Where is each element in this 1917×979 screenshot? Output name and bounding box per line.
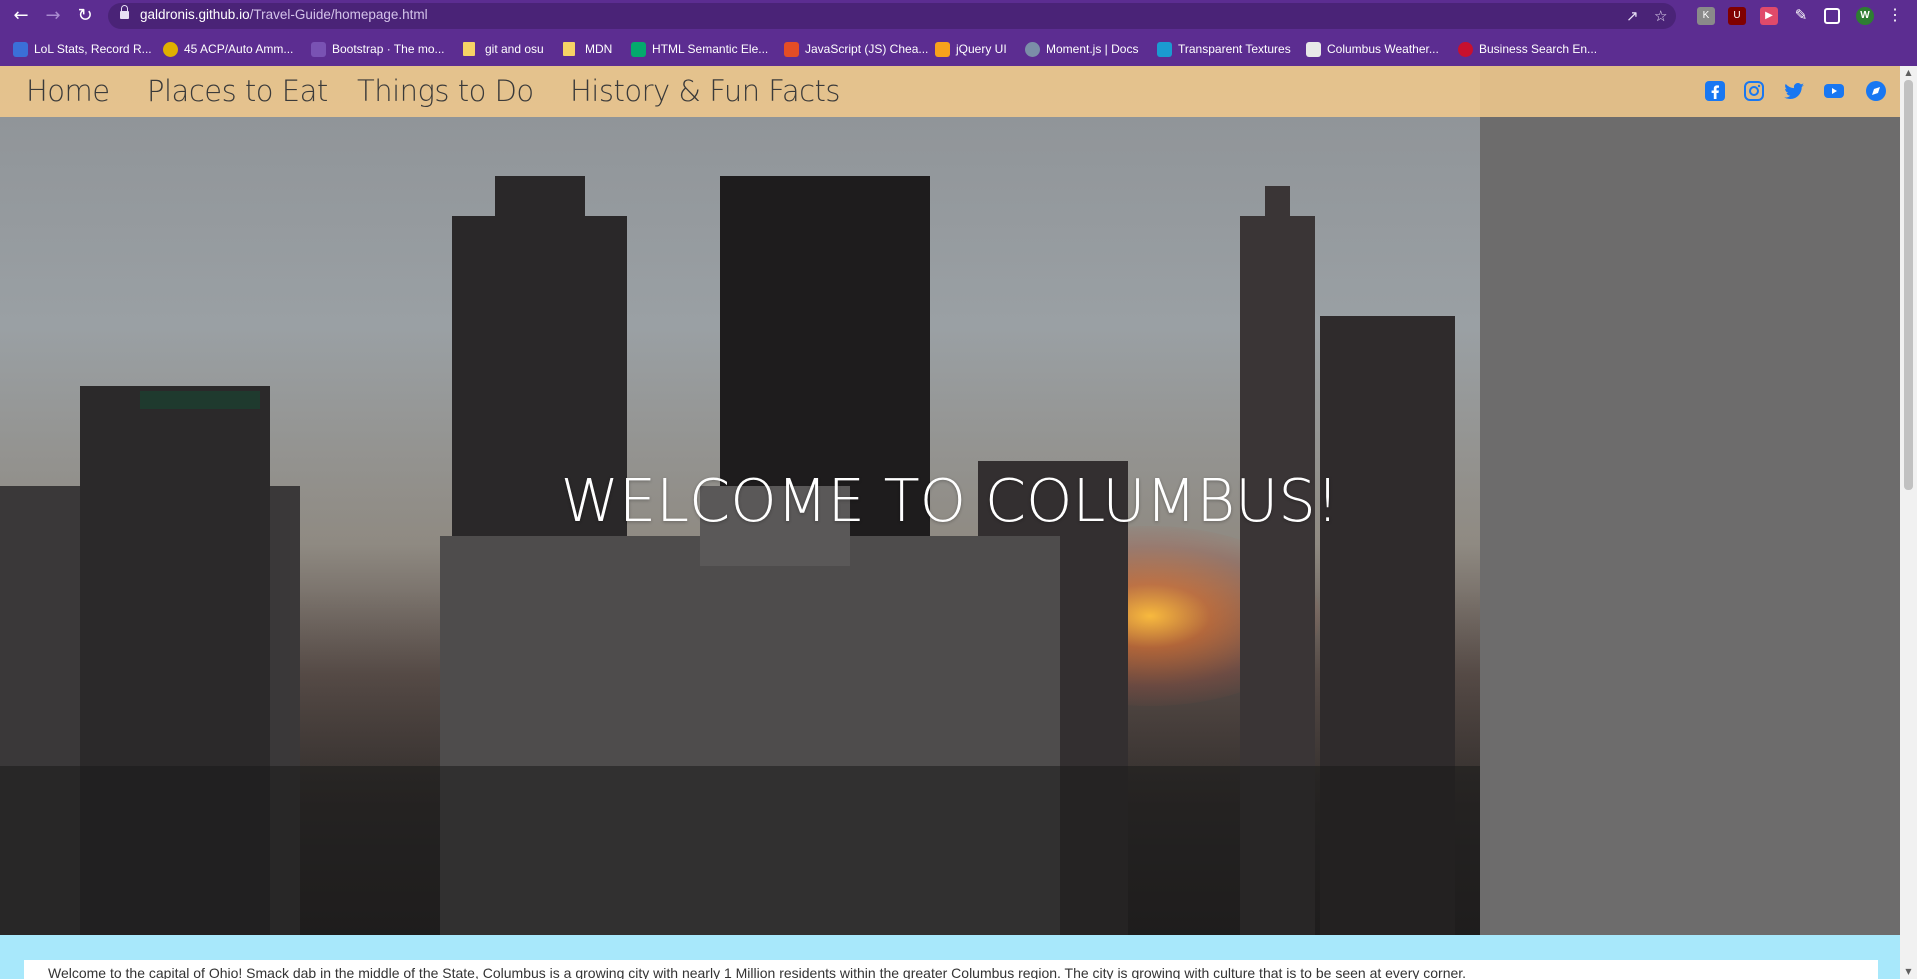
lol-stats-icon <box>13 41 28 57</box>
bookmark-html-semantic[interactable]: HTML Semantic Ele... <box>631 40 768 58</box>
bookmark-lol-stats[interactable]: LoL Stats, Record R... <box>13 40 152 58</box>
bookmark-bootstrap[interactable]: Bootstrap · The mo... <box>311 40 445 58</box>
reload-icon[interactable]: ↻ <box>72 4 98 28</box>
side-panel-icon[interactable] <box>1824 8 1840 24</box>
url-path: /Travel-Guide/homepage.html <box>249 7 428 22</box>
bookmark-moment[interactable]: Moment.js | Docs <box>1025 40 1138 58</box>
nav-places-to-eat-link[interactable]: Places to Eat <box>147 74 328 108</box>
bookmark-transparent-textures[interactable]: Transparent Textures <box>1157 40 1291 58</box>
bookmark-label: git and osu <box>485 42 544 56</box>
profile-avatar[interactable]: W <box>1856 7 1874 25</box>
bookmark-jquery-ui[interactable]: jQuery UI <box>935 40 1007 58</box>
scrollbar-thumb[interactable] <box>1904 80 1913 490</box>
bookmark-label: JavaScript (JS) Chea... <box>805 42 929 56</box>
url-domain: galdronis.github.io <box>140 7 250 22</box>
lock-icon[interactable] <box>120 5 129 21</box>
url-text[interactable]: galdronis.github.io/Travel-Guide/homepag… <box>140 7 428 22</box>
page-scrollbar[interactable]: ▲ ▼ <box>1900 66 1917 979</box>
site-navbar: Home Places to Eat Things to Do History … <box>0 66 1900 117</box>
browser-menu-icon[interactable]: ⋮ <box>1886 7 1904 25</box>
browser-toolbar: ← → ↻ galdronis.github.io/Travel-Guide/h… <box>0 0 1917 32</box>
bookmark-label: MDN <box>585 42 613 56</box>
bookmark-columbus-weather[interactable]: Columbus Weather... <box>1306 40 1439 58</box>
bookmark-star-icon[interactable]: ☆ <box>1654 7 1667 25</box>
bookmark-label: LoL Stats, Record R... <box>34 42 152 56</box>
bookmarks-bar: LoL Stats, Record R... 45 ACP/Auto Amm..… <box>0 32 1917 66</box>
bookmark-label: Transparent Textures <box>1178 42 1291 56</box>
jquery-icon <box>935 41 950 57</box>
nav-things-to-do-link[interactable]: Things to Do <box>357 74 534 108</box>
bookmark-label: Business Search En... <box>1479 42 1598 56</box>
blog-icon[interactable] <box>1864 79 1888 103</box>
bookmark-label: Bootstrap · The mo... <box>332 42 445 56</box>
city-foreground-shadow <box>0 766 1480 935</box>
bookmark-business-search[interactable]: Business Search En... <box>1458 40 1597 58</box>
instagram-icon[interactable] <box>1742 79 1766 103</box>
intro-text: Welcome to the capital of Ohio! Smack da… <box>48 965 1467 979</box>
facebook-icon[interactable] <box>1703 79 1727 103</box>
bookmark-label: 45 ACP/Auto Amm... <box>184 42 294 56</box>
bookmark-label: HTML Semantic Ele... <box>652 42 769 56</box>
bookmark-ammo[interactable]: 45 ACP/Auto Amm... <box>163 40 293 58</box>
folder-icon <box>463 42 475 56</box>
bookmark-folder-git[interactable]: git and osu <box>463 40 544 58</box>
bookmark-label: jQuery UI <box>956 42 1007 56</box>
building-spire <box>1265 186 1290 226</box>
extensions-puzzle-icon[interactable]: ✎ <box>1792 7 1810 25</box>
scroll-up-arrow-icon[interactable]: ▲ <box>1900 66 1917 80</box>
hero-title: WELCOME TO COLUMBUS! <box>560 466 1340 535</box>
business-search-icon <box>1458 41 1473 57</box>
forward-arrow-icon[interactable]: → <box>40 4 66 28</box>
bookmark-label: Moment.js | Docs <box>1046 42 1139 56</box>
radiation-icon <box>163 41 178 57</box>
nav-home-link[interactable]: Home <box>26 74 110 108</box>
intro-card: Welcome to the capital of Ohio! Smack da… <box>24 960 1878 979</box>
building-tower-1-top <box>495 176 585 236</box>
nav-history-link[interactable]: History & Fun Facts <box>570 74 841 108</box>
w3schools-icon <box>631 41 646 57</box>
textures-icon <box>1157 41 1172 57</box>
bookmark-label: Columbus Weather... <box>1327 42 1439 56</box>
share-icon[interactable]: ↗ <box>1626 7 1639 25</box>
clock-icon <box>1025 41 1040 57</box>
twitter-icon[interactable] <box>1782 79 1806 103</box>
extension-k-icon[interactable]: K <box>1697 7 1715 25</box>
bookmark-js-cheatsheet[interactable]: JavaScript (JS) Chea... <box>784 40 928 58</box>
ublock-icon[interactable]: U <box>1728 7 1746 25</box>
folder-icon <box>563 42 575 56</box>
building-sign <box>140 391 260 409</box>
youtube-icon[interactable] <box>1822 79 1846 103</box>
weather-icon <box>1306 41 1321 57</box>
video-extension-icon[interactable]: ▶ <box>1760 7 1778 25</box>
bookmark-folder-mdn[interactable]: MDN <box>563 40 612 58</box>
scroll-down-arrow-icon[interactable]: ▼ <box>1900 965 1917 979</box>
bootstrap-icon <box>311 41 326 57</box>
address-bar[interactable]: galdronis.github.io/Travel-Guide/homepag… <box>108 3 1676 29</box>
js-cheatsheet-icon <box>784 41 799 57</box>
back-arrow-icon[interactable]: ← <box>8 4 34 28</box>
